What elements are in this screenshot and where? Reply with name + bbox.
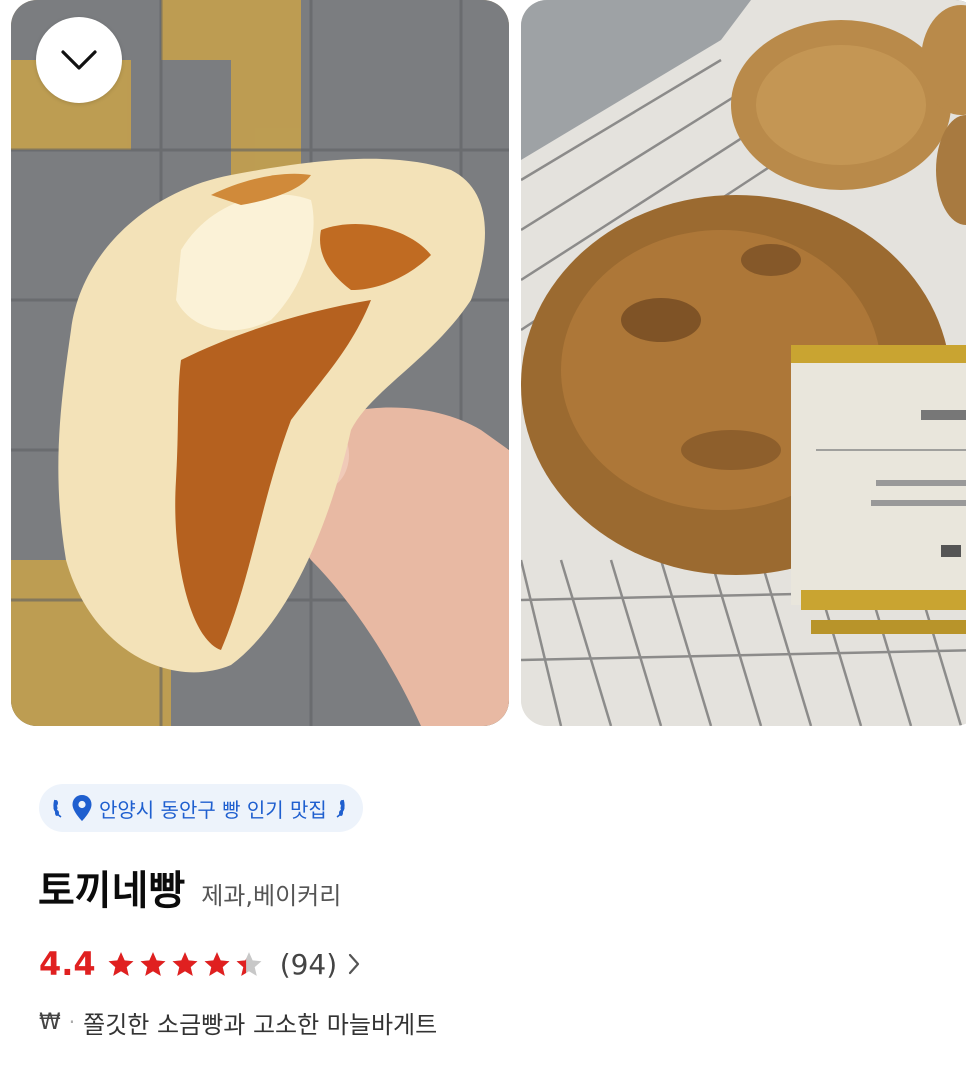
star-icon (204, 952, 230, 976)
star-icon (108, 952, 134, 976)
bread-on-rack-illustration (521, 0, 966, 726)
summary-row: ₩ · 쫄깃한 소금빵과 고소한 마늘바게트 (39, 1002, 437, 1042)
place-detail-page: 안양시 동안구 빵 인기 맛집 토끼네빵 제과,베이커리 4.4 (94) ₩ … (0, 0, 966, 1081)
chevron-right-icon[interactable] (347, 952, 361, 976)
rating-row[interactable]: 4.4 (94) (39, 940, 361, 988)
star-rating (106, 950, 264, 978)
review-count: (94) (279, 947, 338, 981)
place-category: 제과,베이커리 (201, 882, 342, 910)
location-pin-icon (72, 795, 92, 821)
badge-label: 안양시 동안구 빵 인기 맛집 (99, 797, 327, 822)
rating-score: 4.4 (39, 945, 96, 983)
photo-carousel[interactable] (0, 0, 966, 726)
place-title-row: 토끼네빵 제과,베이커리 (38, 858, 341, 918)
laurel-right-icon (336, 799, 345, 818)
star-icon (172, 952, 198, 976)
collapse-button[interactable] (36, 17, 122, 103)
photo-bread-on-rack[interactable] (521, 0, 966, 726)
star-icon (140, 952, 166, 976)
place-description: 쫄깃한 소금빵과 고소한 마늘바게트 (83, 1010, 438, 1039)
place-name: 토끼네빵 (38, 868, 186, 914)
separator-dot: · (68, 1010, 76, 1034)
price-level: ₩ (39, 1009, 61, 1035)
laurel-left-icon (53, 799, 62, 818)
star-icon (236, 952, 262, 976)
popular-place-badge[interactable]: 안양시 동안구 빵 인기 맛집 (39, 784, 363, 832)
chevron-down-icon (61, 50, 97, 70)
photo-bread-in-hand[interactable] (11, 0, 509, 726)
bread-in-hand-illustration (11, 0, 509, 726)
